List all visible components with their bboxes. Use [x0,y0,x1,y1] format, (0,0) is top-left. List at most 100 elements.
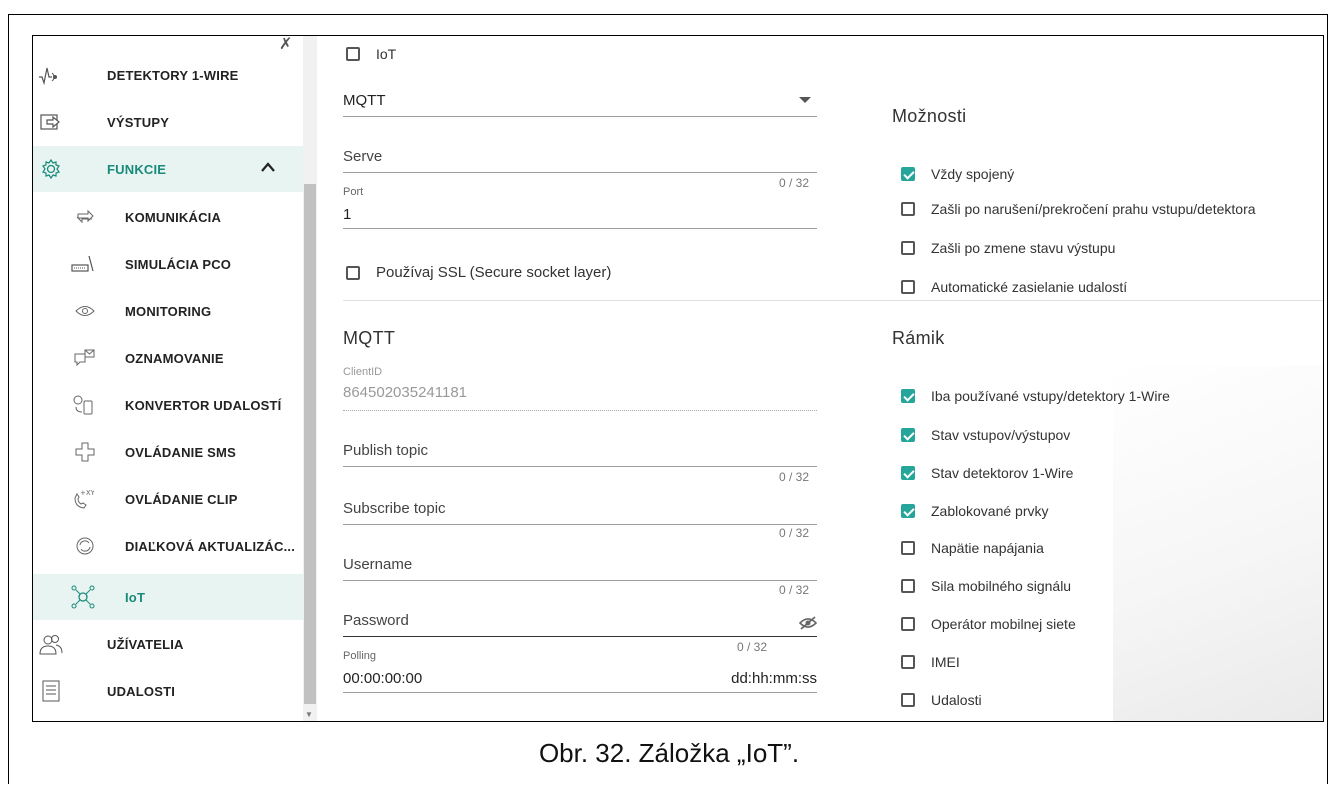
option-checkbox[interactable] [901,280,915,294]
sidebar-item-detektory[interactable]: DETEKTORY 1-WIRE [33,52,303,98]
ssl-checkbox-row[interactable]: Používaj SSL (Secure socket layer) [346,264,611,281]
sidebar-item-funkcie[interactable]: FUNKCIE [33,146,303,192]
clientid-value: 864502035241181 [343,384,468,401]
sidebar-item-iot[interactable]: IoT [33,574,303,620]
sidebar-item-komunikacia[interactable]: KOMUNIKÁCIA [33,194,303,240]
sidebar-item-label: IoT [125,589,146,605]
sidebar-item-label: SIMULÁCIA PCO [125,256,232,272]
subscribe-topic-field[interactable]: Subscribe topic [343,496,817,525]
chevron-up-icon[interactable] [260,160,276,178]
iot-checkbox-row[interactable]: IoT [346,46,396,62]
frame-label: Napätie napájania [931,540,1044,556]
sidebar-item-label: KONVERTOR UDALOSTÍ [125,397,282,413]
frame-checkbox[interactable] [901,541,915,555]
sidebar-item-oznamovanie[interactable]: OZNAMOVANIE [33,335,303,381]
sidebar-item-ovladanie-sms[interactable]: OVLÁDANIE SMS [33,429,303,475]
sidebar-item-vystupy[interactable]: VÝSTUPY [33,99,303,145]
option-checkbox[interactable] [901,167,915,181]
frame-item[interactable]: Stav detektorov 1-Wire [901,465,1073,481]
sidebar-item-uzivatelia[interactable]: UŽÍVATELIA [33,621,303,667]
visibility-off-icon[interactable] [798,616,818,635]
username-label: Username [343,556,413,573]
sidebar-item-dialkova-aktualizacia[interactable]: DIAĽKOVÁ AKTUALIZÁC... [33,523,303,569]
iot-icon [71,585,95,609]
frame-item[interactable]: Udalosti [901,692,982,708]
option-item[interactable]: Zašli po zmene stavu výstupu [901,240,1115,256]
frame-checkbox[interactable] [901,504,915,518]
password-field[interactable]: Password [343,608,818,637]
option-checkbox[interactable] [901,202,915,216]
background-decoration [1113,366,1323,721]
protocol-select[interactable]: MQTT [343,90,817,117]
iot-checkbox[interactable] [346,47,360,61]
frame-checkbox[interactable] [901,428,915,442]
sidebar-item-label: MONITORING [125,303,212,319]
frame-label: Zablokované prvky [931,503,1049,519]
option-item[interactable]: Vždy spojený [901,166,1014,182]
option-item[interactable]: Zašli po narušení/prekročení prahu vstup… [901,201,1256,217]
frame-checkbox[interactable] [901,466,915,480]
ssl-checkbox[interactable] [346,265,360,280]
frame-checkbox[interactable] [901,389,915,403]
polling-label: Polling [343,650,377,662]
section-divider [343,300,1323,301]
dropdown-arrow-icon[interactable] [799,92,811,110]
frame-item[interactable]: Sila mobilného signálu [901,578,1071,594]
sidebar-item-udalosti[interactable]: UDALOSTI [33,668,303,714]
publish-topic-counter: 0 / 32 [779,470,810,484]
frame-label: Udalosti [931,692,982,708]
publish-topic-field[interactable]: Publish topic [343,438,817,467]
app-screenshot: ✗ DETEKTORY 1-WIRE VÝSTUPY FUNKCIE KOMUN… [32,35,1324,722]
scrollbar-thumb[interactable] [304,184,316,704]
document-icon [39,679,63,703]
frame-checkbox[interactable] [901,655,915,669]
frame-item[interactable]: Operátor mobilnej siete [901,616,1076,632]
sidebar-item-label: VÝSTUPY [107,114,170,130]
sidebar: ✗ DETEKTORY 1-WIRE VÝSTUPY FUNKCIE KOMUN… [33,36,303,721]
subscribe-topic-counter: 0 / 32 [779,526,810,540]
sidebar-item-label: FUNKCIE [107,161,167,177]
arrows-icon [73,205,97,229]
mqtt-heading: MQTT [343,328,396,348]
sidebar-item-label: UŽÍVATELIA [107,636,184,652]
clientid-label: ClientID [343,366,383,378]
frame-checkbox[interactable] [901,693,915,707]
sidebar-item-label: OVLÁDANIE SMS [125,444,236,460]
eye-icon [73,299,97,323]
password-label: Password [343,612,409,629]
frame-item[interactable]: IMEI [901,654,960,670]
polling-field[interactable]: Polling 00:00:00:00 dd:hh:mm:ss [343,644,817,693]
frame-item[interactable]: Napätie napájania [901,540,1044,556]
frame-heading: Rámik [892,328,945,348]
frame-checkbox[interactable] [901,579,915,593]
frame-label: Stav vstupov/výstupov [931,427,1071,443]
iot-form: IoT MQTT Serve 0 / 32 Port 1 Používaj SS… [317,36,1323,721]
frame-item[interactable]: Zablokované prvky [901,503,1049,519]
username-counter: 0 / 32 [779,583,810,597]
scroll-down-icon[interactable]: ▼ [305,710,313,719]
frame-item[interactable]: Iba používané vstupy/detektory 1-Wire [901,388,1170,404]
refresh-icon [73,534,97,558]
frame-checkbox[interactable] [901,617,915,631]
sidebar-item-label: DETEKTORY 1-WIRE [107,67,239,83]
port-label: Port [343,186,364,198]
sidebar-item-konvertor[interactable]: KONVERTOR UDALOSTÍ [33,382,303,428]
username-field[interactable]: Username [343,552,817,581]
option-item[interactable]: Automatické zasielanie udalostí [901,279,1127,295]
port-field[interactable]: Port 1 [343,180,817,229]
option-checkbox[interactable] [901,241,915,255]
sidebar-item-ovladanie-clip[interactable]: +XYZ OVLÁDANIE CLIP [33,476,303,522]
converter-icon [71,393,95,417]
users-icon [39,632,63,656]
option-label: Automatické zasielanie udalostí [931,279,1128,295]
figure-caption: Obr. 32. Záložka „IoT”. [538,738,800,768]
sidebar-item-simulacia[interactable]: SIMULÁCIA PCO [33,241,303,287]
sidebar-scrollbar[interactable]: ▼ [303,36,317,721]
server-label: Serve [343,148,383,165]
phone-clip-icon: +XYZ [71,487,95,511]
frame-item[interactable]: Stav vstupov/výstupov [901,427,1070,443]
server-field[interactable]: Serve [343,144,817,173]
option-label: Zašli po zmene stavu výstupu [931,240,1116,256]
gear-icon [39,157,63,181]
sidebar-item-monitoring[interactable]: MONITORING [33,288,303,334]
